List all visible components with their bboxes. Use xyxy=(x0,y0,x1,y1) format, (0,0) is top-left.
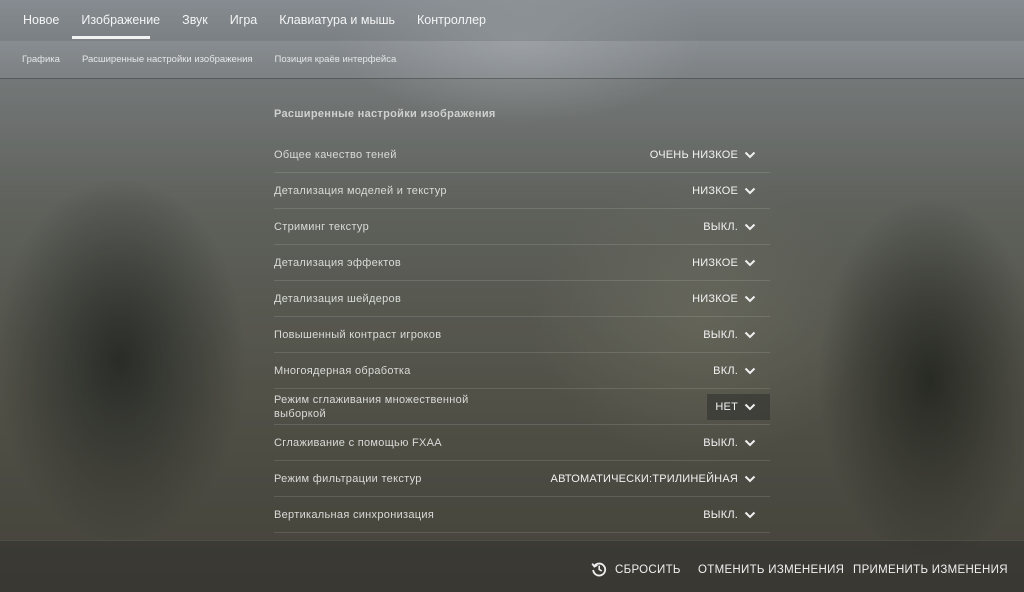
dropdown-value: НИЗКОЕ xyxy=(692,292,738,305)
dropdown-value: ОЧЕНЬ НИЗКОЕ xyxy=(649,148,738,161)
sub-tabs: Графика Расширенные настройки изображени… xyxy=(0,40,1024,78)
setting-label: Детализация эффектов xyxy=(274,256,402,269)
setting-label: Повышенный контраст игроков xyxy=(274,328,442,341)
chevron-down-icon xyxy=(744,403,756,410)
effect-detail-dropdown[interactable]: НИЗКОЕ xyxy=(684,250,770,276)
chevron-down-icon xyxy=(744,151,756,158)
subtab-graphics[interactable]: Графика xyxy=(11,54,71,65)
dropdown-value: НИЗКОЕ xyxy=(692,256,738,269)
dropdown-value: ВЫКЛ. xyxy=(703,328,738,341)
setting-row-player-contrast: Повышенный контраст игроков ВЫКЛ. xyxy=(274,317,770,353)
chevron-down-icon xyxy=(744,295,756,302)
chevron-down-icon xyxy=(744,259,756,266)
tab-controller[interactable]: Контроллер xyxy=(406,0,497,40)
setting-row-effect-detail: Детализация эффектов НИЗКОЕ xyxy=(274,245,770,281)
sub-nav-bar: Графика Расширенные настройки изображени… xyxy=(0,40,1024,79)
chevron-down-icon xyxy=(744,511,756,518)
chevron-down-icon xyxy=(744,187,756,194)
dropdown-value: ВЫКЛ. xyxy=(703,220,738,233)
chevron-down-icon xyxy=(744,223,756,230)
setting-row-shadow-quality: Общее качество теней ОЧЕНЬ НИЗКОЕ xyxy=(274,137,770,173)
msaa-mode-dropdown[interactable]: НЕТ xyxy=(707,393,770,420)
shadow-quality-dropdown[interactable]: ОЧЕНЬ НИЗКОЕ xyxy=(642,142,770,168)
tab-game[interactable]: Игра xyxy=(219,0,268,40)
dropdown-value: АВТОМАТИЧЕСКИ:ТРИЛИНЕЙНАЯ xyxy=(550,472,738,485)
subtab-hud-edge-position[interactable]: Позиция краёв интерфейса xyxy=(264,54,408,65)
setting-label: Детализация моделей и текстур xyxy=(274,184,447,197)
reset-button[interactable]: СБРОСИТЬ xyxy=(615,541,681,592)
tab-sound[interactable]: Звук xyxy=(171,0,219,40)
chevron-down-icon xyxy=(744,367,756,374)
setting-label: Режим фильтрации текстур xyxy=(274,472,422,485)
setting-row-fxaa: Сглаживание с помощью FXAA ВЫКЛ. xyxy=(274,425,770,461)
tab-keyboard-mouse[interactable]: Клавиатура и мышь xyxy=(268,0,406,40)
setting-row-multicore-rendering: Многоядерная обработка ВКЛ. xyxy=(274,353,770,389)
section-title: Расширенные настройки изображения xyxy=(274,108,496,120)
setting-row-model-texture-detail: Детализация моделей и текстур НИЗКОЕ xyxy=(274,173,770,209)
dropdown-value: ВЫКЛ. xyxy=(703,508,738,521)
dropdown-value: НИЗКОЕ xyxy=(692,184,738,197)
vsync-dropdown[interactable]: ВЫКЛ. xyxy=(695,502,770,528)
active-tab-underline xyxy=(72,36,150,39)
footer-bar: СБРОСИТЬ ОТМЕНИТЬ ИЗМЕНЕНИЯ ПРИМЕНИТЬ ИЗ… xyxy=(0,540,1024,592)
setting-label: Детализация шейдеров xyxy=(274,292,402,305)
settings-panel: Расширенные настройки изображения Общее … xyxy=(274,100,770,533)
player-contrast-dropdown[interactable]: ВЫКЛ. xyxy=(695,322,770,348)
dropdown-value: ВКЛ. xyxy=(713,364,738,377)
top-nav-bar: Новое Изображение Звук Игра Клавиатура и… xyxy=(0,0,1024,41)
cancel-changes-button[interactable]: ОТМЕНИТЬ ИЗМЕНЕНИЯ xyxy=(698,541,844,592)
model-texture-detail-dropdown[interactable]: НИЗКОЕ xyxy=(684,178,770,204)
setting-label: Стриминг текстур xyxy=(274,220,370,233)
setting-row-msaa-mode: Режим сглаживания множественной выборкой… xyxy=(274,389,770,425)
setting-row-texture-streaming: Стриминг текстур ВЫКЛ. xyxy=(274,209,770,245)
multicore-rendering-dropdown[interactable]: ВКЛ. xyxy=(705,358,770,384)
dropdown-value: ВЫКЛ. xyxy=(703,436,738,449)
subtab-advanced-video[interactable]: Расширенные настройки изображения xyxy=(71,54,264,65)
texture-streaming-dropdown[interactable]: ВЫКЛ. xyxy=(695,214,770,240)
shader-detail-dropdown[interactable]: НИЗКОЕ xyxy=(684,286,770,312)
setting-label: Общее качество теней xyxy=(274,148,397,161)
settings-list: Общее качество теней ОЧЕНЬ НИЗКОЕ Детали… xyxy=(274,137,770,533)
setting-label: Вертикальная синхронизация xyxy=(274,508,435,521)
setting-row-shader-detail: Детализация шейдеров НИЗКОЕ xyxy=(274,281,770,317)
history-reset-icon[interactable] xyxy=(591,561,607,577)
apply-changes-button[interactable]: ПРИМЕНИТЬ ИЗМЕНЕНИЯ xyxy=(853,541,1008,592)
setting-label: Многоядерная обработка xyxy=(274,364,411,377)
tab-image[interactable]: Изображение xyxy=(70,0,171,40)
texture-filtering-dropdown[interactable]: АВТОМАТИЧЕСКИ:ТРИЛИНЕЙНАЯ xyxy=(543,466,770,492)
tab-new[interactable]: Новое xyxy=(12,0,70,40)
setting-row-vsync: Вертикальная синхронизация ВЫКЛ. xyxy=(274,497,770,533)
setting-label: Сглаживание с помощью FXAA xyxy=(274,436,442,449)
chevron-down-icon xyxy=(744,331,756,338)
chevron-down-icon xyxy=(744,475,756,482)
chevron-down-icon xyxy=(744,439,756,446)
setting-label: Режим сглаживания множественной выборкой xyxy=(274,393,469,420)
fxaa-dropdown[interactable]: ВЫКЛ. xyxy=(695,430,770,456)
top-tabs: Новое Изображение Звук Игра Клавиатура и… xyxy=(0,0,1024,40)
setting-row-texture-filtering: Режим фильтрации текстур АВТОМАТИЧЕСКИ:Т… xyxy=(274,461,770,497)
dropdown-value: НЕТ xyxy=(715,400,738,413)
